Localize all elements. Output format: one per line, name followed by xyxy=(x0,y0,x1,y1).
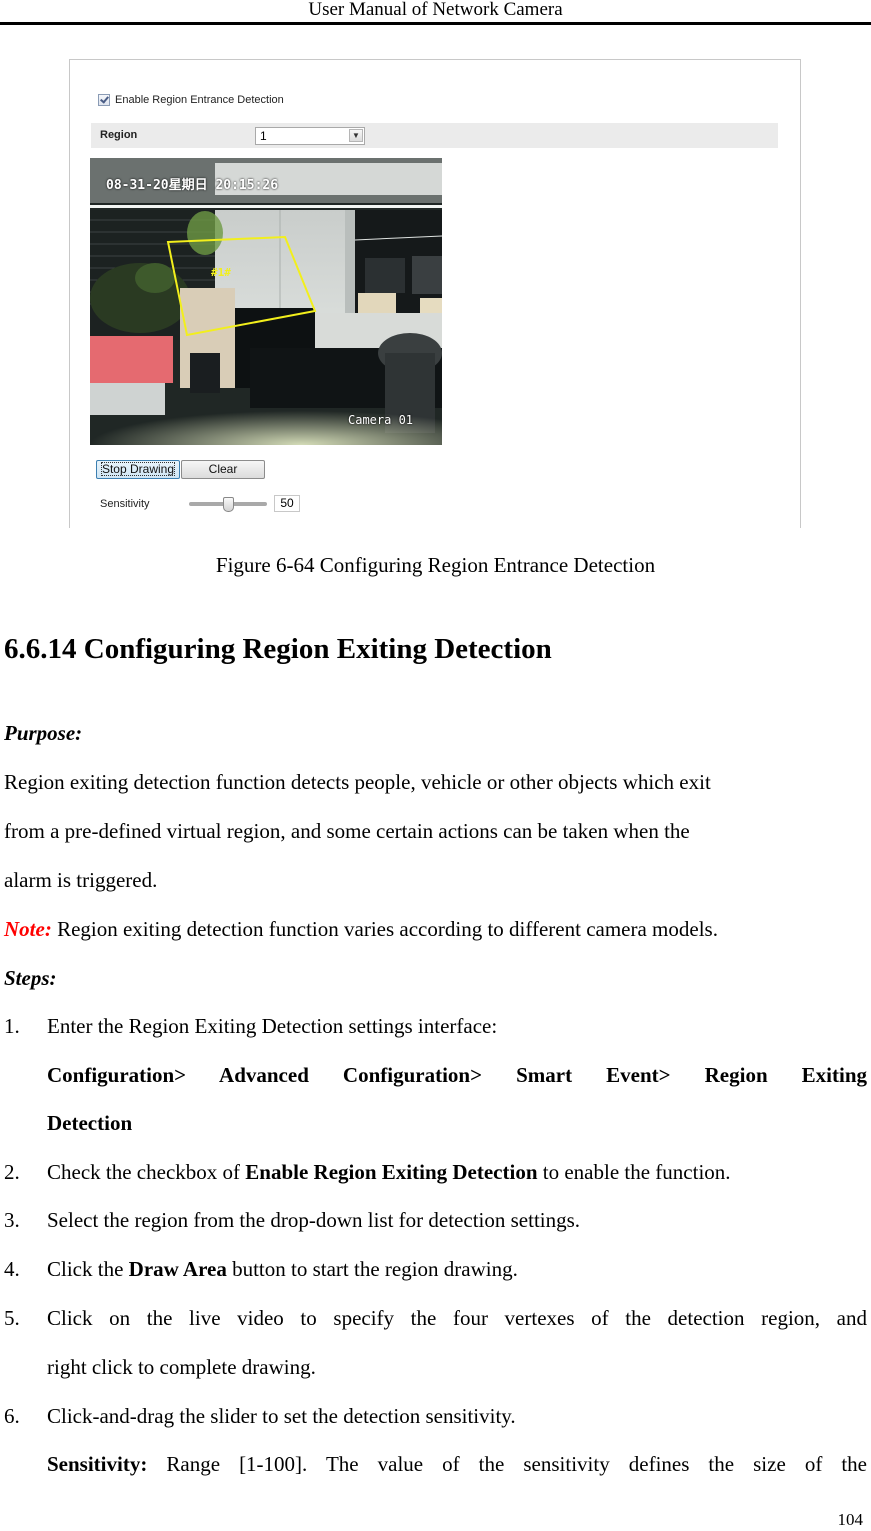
enable-region-entrance-row[interactable]: Enable Region Entrance Detection xyxy=(98,93,284,107)
menu-path-part: Advanced xyxy=(219,1063,309,1087)
live-video[interactable]: 08-31-20星期日 20:15:26 #1# Camera 01 xyxy=(90,158,442,445)
region-select[interactable]: 1 ▼ xyxy=(255,127,365,145)
sensitivity-note: Sensitivity: Range [1-100]. The value of… xyxy=(47,1452,867,1477)
step-text-part: Click the xyxy=(47,1257,129,1281)
step-text-part: to enable the function. xyxy=(537,1160,731,1184)
step-text-bold: Draw Area xyxy=(128,1257,227,1281)
step-text-part: button to start the region drawing. xyxy=(226,1257,518,1281)
purpose-line: Region exiting detection function detect… xyxy=(4,770,711,794)
stop-drawing-label: Stop Drawing xyxy=(100,462,176,476)
sensitivity-value-field[interactable]: 50 xyxy=(274,495,300,512)
note-paragraph: Note: Region exiting detection function … xyxy=(4,917,718,942)
step-number: 2. xyxy=(4,1160,20,1184)
sensitivity-note-label: Sensitivity: xyxy=(47,1452,148,1476)
osd-timestamp: 08-31-20星期日 20:15:26 xyxy=(106,174,278,193)
osd-date: 08-31-20 xyxy=(106,178,169,193)
clear-button[interactable]: Clear xyxy=(181,460,265,479)
step-text-bold: Enable Region Exiting Detection xyxy=(245,1160,538,1184)
menu-path-part: Exiting xyxy=(801,1063,868,1087)
page-header: User Manual of Network Camera xyxy=(308,0,563,20)
step-text-part: Check the checkbox of xyxy=(47,1160,246,1184)
figure-caption: Figure 6-64 Configuring Region Entrance … xyxy=(215,553,656,577)
menu-path-part: Region xyxy=(704,1063,768,1087)
video-scene xyxy=(90,158,442,445)
osd-camera-name: Camera 01 xyxy=(348,413,414,427)
step-text: Click-and-drag the slider to set the det… xyxy=(47,1404,516,1428)
chevron-down-icon[interactable]: ▼ xyxy=(349,129,363,142)
osd-weekday-time: 星期日 20:15:26 xyxy=(168,178,279,193)
menu-path-continued: Detection xyxy=(47,1111,133,1135)
note-label: Note: xyxy=(4,917,52,941)
region-select-value: 1 xyxy=(260,129,267,143)
sensitivity-slider[interactable] xyxy=(189,497,267,512)
menu-path-part: Configuration> xyxy=(342,1063,483,1087)
step-text: Select the region from the drop-down lis… xyxy=(47,1208,581,1232)
purpose-heading: Purpose: xyxy=(4,721,83,745)
steps-heading: Steps: xyxy=(4,966,57,990)
step-text: Check the checkbox of Enable Region Exit… xyxy=(47,1160,731,1185)
step-number: 1. xyxy=(4,1014,20,1038)
enable-checkbox[interactable] xyxy=(98,94,110,106)
step-text: Click the Draw Area button to start the … xyxy=(47,1257,518,1282)
step-number: 6. xyxy=(4,1404,20,1428)
sensitivity-note-text: Range [1-100]. The value of the sensitiv… xyxy=(147,1452,867,1476)
stop-drawing-button[interactable]: Stop Drawing xyxy=(96,460,180,479)
slider-handle[interactable] xyxy=(222,497,234,512)
menu-path-part: Event> xyxy=(606,1063,671,1087)
header-divider xyxy=(0,22,871,25)
region-label: Region xyxy=(100,129,138,141)
menu-path: Configuration> Advanced Configuration> S… xyxy=(47,1063,867,1088)
menu-path-part: Configuration> xyxy=(47,1063,187,1087)
step-text: Click on the live video to specify the f… xyxy=(47,1306,867,1330)
note-text: Region exiting detection function varies… xyxy=(51,917,718,941)
step-number: 5. xyxy=(4,1306,20,1330)
figure-screenshot: Enable Region Entrance Detection Region … xyxy=(69,59,801,528)
menu-path-part: Smart xyxy=(516,1063,573,1087)
section-title: 6.6.14 Configuring Region Exiting Detect… xyxy=(4,633,552,665)
enable-checkbox-label: Enable Region Entrance Detection xyxy=(115,94,284,106)
region-row: Region 1 ▼ xyxy=(91,123,778,148)
region-number-tag: #1# xyxy=(211,266,231,279)
sensitivity-label: Sensitivity xyxy=(100,498,150,510)
purpose-line: from a pre-defined virtual region, and s… xyxy=(4,819,690,843)
step-text-continued: right click to complete drawing. xyxy=(47,1355,316,1379)
purpose-line: alarm is triggered. xyxy=(4,868,158,892)
step-number: 3. xyxy=(4,1208,20,1232)
step-number: 4. xyxy=(4,1257,20,1281)
page-number: 104 xyxy=(837,1510,864,1529)
step-text: Enter the Region Exiting Detection setti… xyxy=(47,1014,498,1038)
